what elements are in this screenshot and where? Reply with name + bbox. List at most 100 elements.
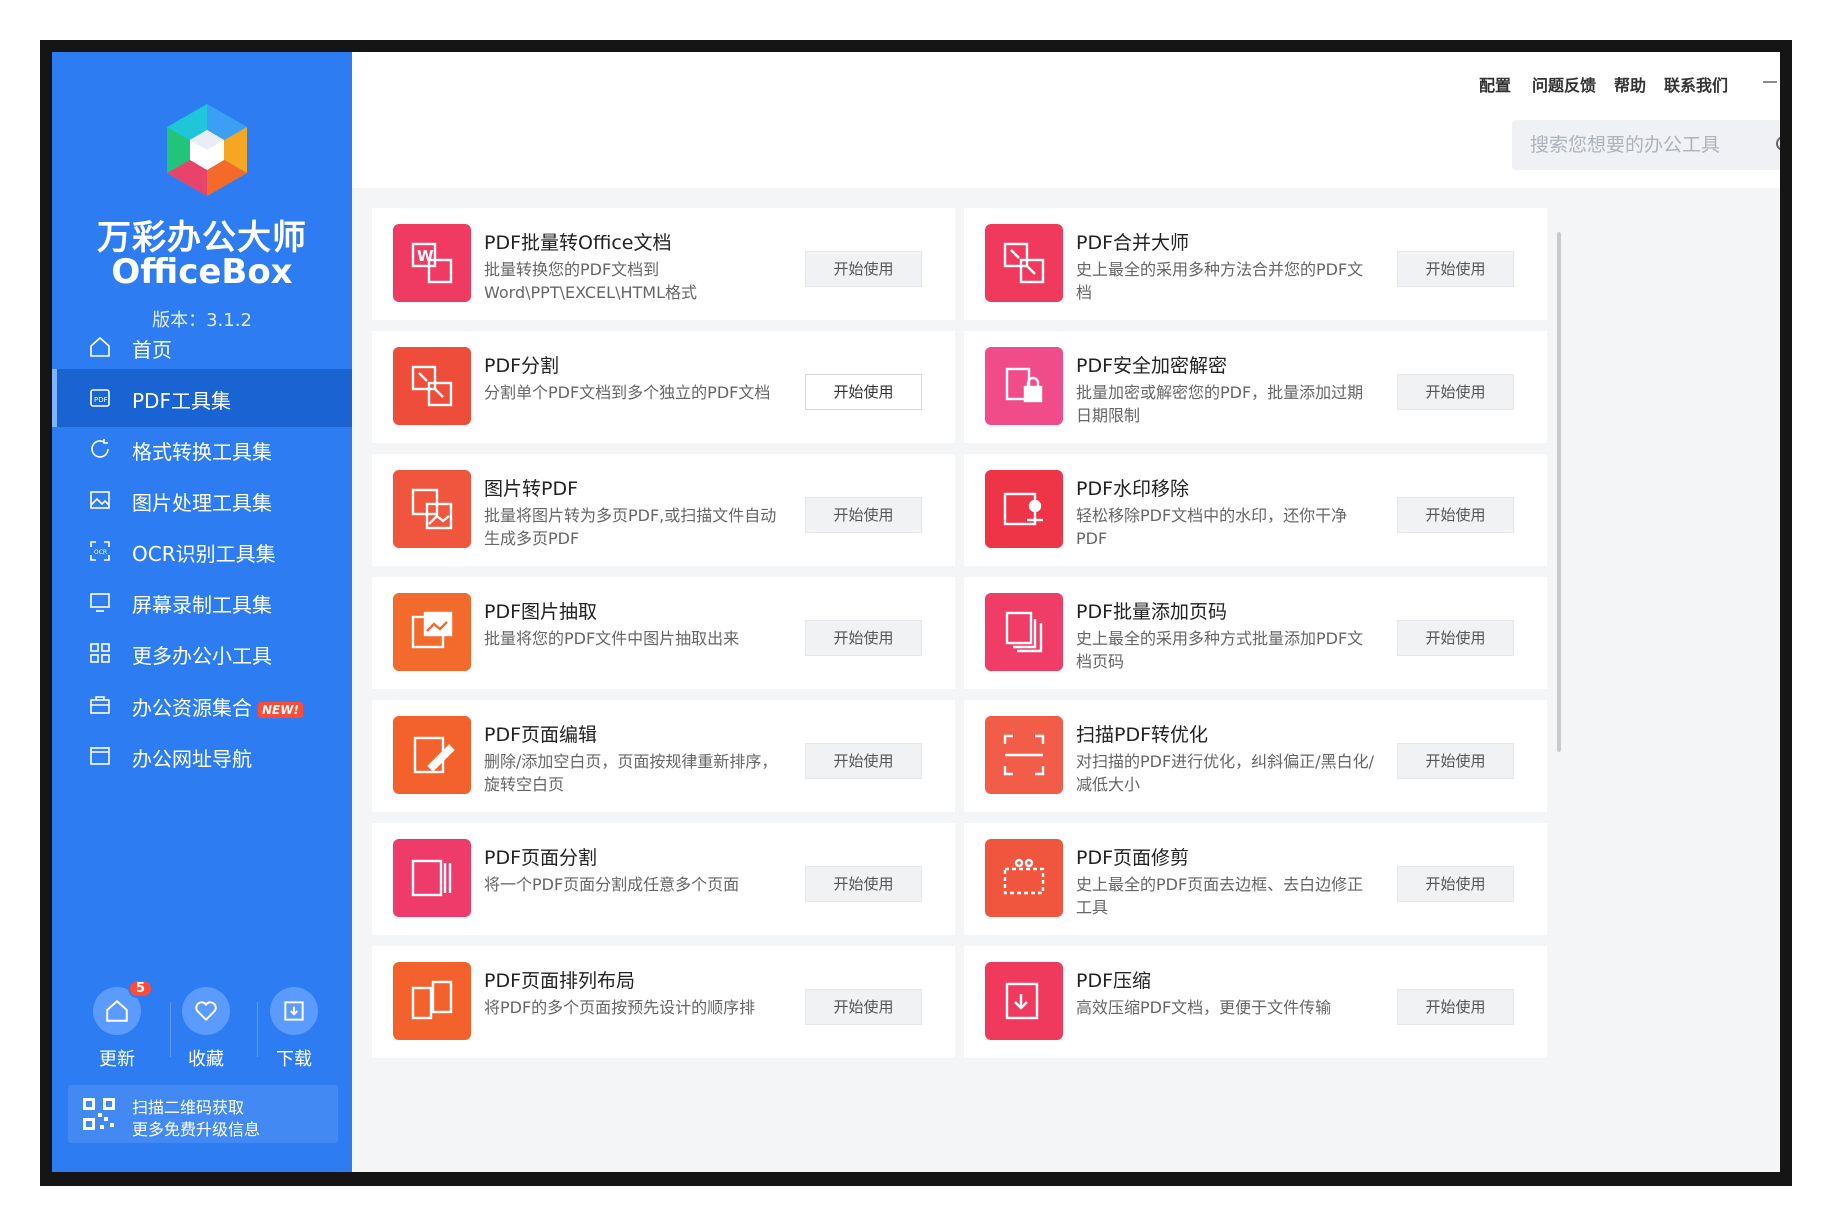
- tool-title: 图片转PDF: [484, 478, 579, 500]
- tool-description: 史上最全的采用多种方法合并您的PDF文档: [1076, 260, 1364, 302]
- svg-text:PDF: PDF: [94, 396, 108, 404]
- word-pdf-icon: W: [411, 242, 453, 284]
- tool-card[interactable]: PDF压缩 高效压缩PDF文档，更便于文件传输 开始使用: [964, 946, 1547, 1058]
- tool-description: 删除/添加空白页，页面按规律重新排序，旋转空白页: [484, 752, 778, 794]
- sidebar-item-label: 办公网址导航: [132, 747, 252, 771]
- tool-card[interactable]: PDF页面排列布局 将PDF的多个页面按预先设计的顺序排 开始使用: [372, 946, 955, 1058]
- start-button[interactable]: 开始使用: [1397, 866, 1514, 902]
- tool-title: PDF页面编辑: [484, 724, 598, 746]
- search-input[interactable]: [1530, 120, 1760, 170]
- sidebar-item-format-convert[interactable]: 格式转换工具集: [52, 420, 352, 478]
- sidebar-item-resources[interactable]: 办公资源集合 NEW!: [52, 676, 352, 734]
- start-button[interactable]: 开始使用: [1397, 374, 1514, 410]
- scrollbar[interactable]: [1557, 232, 1561, 752]
- start-button[interactable]: 开始使用: [1397, 251, 1514, 287]
- tool-description: 将PDF的多个页面按预先设计的顺序排: [484, 998, 756, 1017]
- tool-description: 史上最全的PDF页面去边框、去白边修正工具: [1076, 875, 1364, 917]
- new-badge: NEW!: [258, 701, 303, 718]
- search-box: [1512, 120, 1780, 170]
- favorites-button[interactable]: 收藏: [176, 987, 236, 1071]
- search-icon[interactable]: [1774, 134, 1780, 156]
- sidebar-item-ocr-tools[interactable]: OCR OCR识别工具集: [52, 522, 352, 580]
- tool-title: PDF批量添加页码: [1076, 601, 1228, 623]
- split-icon: [411, 365, 453, 407]
- tool-title: PDF安全加密解密: [1076, 355, 1228, 377]
- tool-title: PDF压缩: [1076, 970, 1152, 992]
- tool-description: 批量转换您的PDF文档到Word\PPT\EXCEL\HTML格式: [484, 260, 697, 302]
- start-button[interactable]: 开始使用: [805, 989, 922, 1025]
- scan-icon: [1003, 734, 1045, 776]
- qr-text-line1: 扫描二维码获取: [132, 1098, 245, 1117]
- tool-title: 扫描PDF转优化: [1076, 724, 1209, 746]
- favorites-label: 收藏: [188, 1049, 224, 1070]
- tool-description: 批量将图片转为多页PDF,或扫描文件自动生成多页PDF: [484, 506, 777, 548]
- tool-card[interactable]: PDF图片抽取 批量将您的PDF文件中图片抽取出来 开始使用: [372, 577, 955, 689]
- start-button[interactable]: 开始使用: [805, 251, 922, 287]
- tool-description: 分割单个PDF文档到多个独立的PDF文档: [484, 383, 771, 402]
- tool-card[interactable]: W PDF批量转Office文档 批量转换您的PDF文档到Word\PPT\EX…: [372, 208, 955, 320]
- tool-title: PDF合并大师: [1076, 232, 1190, 254]
- screen-icon: [90, 593, 110, 612]
- menu-settings[interactable]: 配置: [1479, 72, 1511, 96]
- download-button[interactable]: 下载: [264, 987, 324, 1071]
- menu-contact[interactable]: 联系我们: [1664, 72, 1728, 96]
- convert-icon: [91, 439, 109, 458]
- merge-icon: [1003, 242, 1045, 284]
- sidebar-item-screen-record[interactable]: 屏幕录制工具集: [52, 573, 352, 631]
- tool-card[interactable]: PDF水印移除 轻松移除PDF文档中的水印，还你干净PDF 开始使用: [964, 454, 1547, 566]
- sidebar-item-more-tools[interactable]: 更多办公小工具: [52, 624, 352, 682]
- sidebar-item-label: PDF工具集: [132, 389, 231, 413]
- lock-icon: [1005, 367, 1043, 403]
- start-button[interactable]: 开始使用: [1397, 989, 1514, 1025]
- briefcase-icon: [90, 696, 110, 714]
- tool-card[interactable]: PDF页面分割 将一个PDF页面分割成任意多个页面 开始使用: [372, 823, 955, 935]
- menu-help[interactable]: 帮助: [1614, 72, 1646, 96]
- image-icon: [90, 491, 110, 509]
- start-button[interactable]: 开始使用: [805, 743, 922, 779]
- tool-description: 高效压缩PDF文档，更便于文件传输: [1076, 998, 1332, 1017]
- compress-icon: [1005, 982, 1039, 1020]
- sidebar-item-web-nav[interactable]: 办公网址导航: [52, 727, 352, 785]
- start-button[interactable]: 开始使用: [1397, 497, 1514, 533]
- tool-tile: [393, 716, 471, 794]
- top-header: 配置 问题反馈 帮助 联系我们: [352, 52, 1780, 188]
- start-button[interactable]: 开始使用: [805, 374, 922, 410]
- start-button[interactable]: 开始使用: [805, 620, 922, 656]
- tool-description: 将一个PDF页面分割成任意多个页面: [484, 875, 740, 894]
- sidebar-item-pdf-tools[interactable]: PDF PDF工具集: [52, 369, 352, 427]
- tool-title: PDF批量转Office文档: [484, 232, 672, 254]
- start-button[interactable]: 开始使用: [805, 866, 922, 902]
- update-button[interactable]: 5 更新: [87, 979, 153, 1071]
- start-button[interactable]: 开始使用: [1397, 620, 1514, 656]
- tool-card[interactable]: PDF批量添加页码 史上最全的采用多种方式批量添加PDF文档页码 开始使用: [964, 577, 1547, 689]
- tool-card[interactable]: 图片转PDF 批量将图片转为多页PDF,或扫描文件自动生成多页PDF 开始使用: [372, 454, 955, 566]
- tool-tile: [393, 347, 471, 425]
- tool-tile: [985, 347, 1063, 425]
- browser-icon: [90, 747, 110, 765]
- minimize-icon[interactable]: [1760, 72, 1780, 92]
- tool-title: PDF页面修剪: [1076, 847, 1190, 869]
- tool-grid: W PDF批量转Office文档 批量转换您的PDF文档到Word\PPT\EX…: [352, 188, 1780, 1172]
- tool-card[interactable]: 扫描PDF转优化 对扫描的PDF进行优化，纠斜偏正/黑白化/减低大小 开始使用: [964, 700, 1547, 812]
- menu-feedback[interactable]: 问题反馈: [1532, 72, 1596, 96]
- sidebar-item-image-tools[interactable]: 图片处理工具集: [52, 471, 352, 529]
- tool-card[interactable]: PDF页面修剪 史上最全的PDF页面去边框、去白边修正工具 开始使用: [964, 823, 1547, 935]
- tool-tile: [393, 593, 471, 671]
- page-edit-icon: [413, 736, 455, 774]
- sidebar-item-label: 图片处理工具集: [132, 491, 272, 515]
- sidebar-item-home[interactable]: 首页: [52, 318, 352, 376]
- app-logo-icon: [167, 104, 247, 196]
- tool-card[interactable]: PDF安全加密解密 批量加密或解密您的PDF，批量添加过期日期限制 开始使用: [964, 331, 1547, 443]
- tool-card[interactable]: PDF页面编辑 删除/添加空白页，页面按规律重新排序，旋转空白页 开始使用: [372, 700, 955, 812]
- start-button[interactable]: 开始使用: [1397, 743, 1514, 779]
- start-button[interactable]: 开始使用: [805, 497, 922, 533]
- tool-card[interactable]: PDF分割 分割单个PDF文档到多个独立的PDF文档 开始使用: [372, 331, 955, 443]
- tool-description: 对扫描的PDF进行优化，纠斜偏正/黑白化/减低大小: [1076, 752, 1374, 794]
- tool-tile: [985, 716, 1063, 794]
- tool-tile: W: [393, 224, 471, 302]
- tool-card[interactable]: PDF合并大师 史上最全的采用多种方法合并您的PDF文档 开始使用: [964, 208, 1547, 320]
- tool-description: 史上最全的采用多种方式批量添加PDF文档页码: [1076, 629, 1364, 671]
- page-split-icon: [411, 859, 452, 897]
- qr-promo[interactable]: 扫描二维码获取 更多免费升级信息: [68, 1085, 338, 1143]
- sidebar-item-label: 格式转换工具集: [132, 440, 272, 464]
